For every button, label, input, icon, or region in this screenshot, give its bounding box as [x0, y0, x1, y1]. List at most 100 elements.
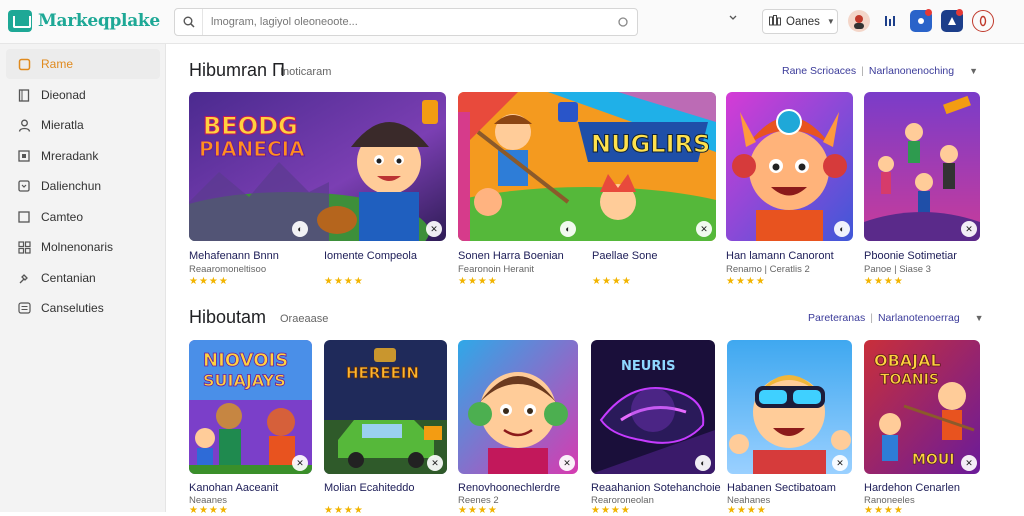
game-card[interactable]: ✕ Renovhoonechlerdre Reenes 2 ★★★★ [458, 340, 578, 516]
game-thumbnail[interactable]: NEURIS [591, 340, 715, 474]
game-thumbnail[interactable]: HEREEIN [324, 340, 447, 474]
list-icon [17, 301, 31, 315]
sidebar-item-canseluties[interactable]: Canseluties [6, 293, 160, 323]
settings-icon[interactable] [941, 9, 963, 32]
game-card[interactable]: HEREEIN ✕ Molian Ecahiteddo ★★★★ [324, 340, 447, 516]
game-card[interactable]: BEODG PIANECIA ◐ ✕ Mehafenann Bnnn Reaar… [189, 92, 446, 292]
svg-text:SUIAJAYS: SUIAJAYS [203, 371, 286, 390]
svg-text:NEURIS: NEURIS [621, 359, 676, 374]
sidebar-item-molnenonaris[interactable]: Molnenonaris [6, 232, 160, 262]
game-thumbnail[interactable] [727, 340, 852, 474]
notification-icon[interactable] [910, 9, 932, 32]
game-thumbnail[interactable]: BEODG PIANECIA [189, 92, 446, 241]
rating-stars: ★★★★ [591, 505, 631, 516]
game-card[interactable]: ✕ Pboonie Sotimetiar Panoe | Siase 3 ★★★… [864, 92, 980, 292]
game-card[interactable]: NEURIS ◐ Reaahanion Sotehanchoie Rearoro… [591, 340, 721, 516]
section-link[interactable]: Rane Scrioaces [782, 65, 856, 77]
svg-text:OBAJAL: OBAJAL [874, 351, 941, 370]
dropdown-arrow-icon[interactable] [720, 14, 746, 30]
app-name: Markeqplake [38, 11, 160, 31]
rating-stars: ★★★★ [864, 276, 904, 287]
game-meta: Panoe | Siase 3 [864, 264, 931, 275]
section-title: Hibumran П [189, 60, 285, 80]
rating-stars: ★★★★ [324, 276, 364, 287]
game-thumbnail[interactable] [726, 92, 853, 241]
sidebar-item-camteo[interactable]: Camteo [6, 202, 160, 232]
section-links: Rane Scrioaces | Narlanonenoching ▼ [782, 65, 978, 77]
link-separator: | [861, 65, 864, 77]
search-input[interactable]: lmogram, lagiyol oleoneoote... [203, 16, 609, 28]
search-icon[interactable] [175, 9, 203, 35]
game-meta: Fearonoin Heranit [458, 264, 535, 275]
game-title[interactable]: Renovhoonechlerdre [458, 482, 560, 494]
svg-text:NIOVOIS: NIOVOIS [203, 350, 288, 371]
game-thumbnail[interactable] [458, 340, 578, 474]
svg-text:MOUI: MOUI [912, 452, 954, 468]
game-card[interactable]: NUGLIRS ◐ ✕ Sonen Harra Boenian Fearonoi… [458, 92, 716, 292]
game-thumbnail[interactable]: NUGLIRS [458, 92, 716, 241]
sidebar: Rame Dieonad Mieratla Mreradank Daliench… [0, 44, 166, 512]
sidebar-item-label: Camteo [41, 210, 84, 224]
platform-badge-icon: ✕ [961, 455, 977, 471]
rating-stars: ★★★★ [458, 276, 498, 287]
sidebar-item-label: Rame [41, 57, 74, 71]
sidebar-item-label: Dalienchun [41, 179, 102, 193]
game-meta: Renamo | Ceratlis 2 [726, 264, 810, 275]
platform-badge-icon: ◐ [695, 455, 711, 471]
game-title[interactable]: Sonen Harra Boenian [458, 250, 564, 262]
section-link[interactable]: Pareteranas [808, 312, 865, 324]
sidebar-item-dalienchun[interactable]: Dalienchun [6, 171, 160, 201]
game-title[interactable]: Han lamann Canoront [726, 250, 834, 262]
section-link[interactable]: Narlanotenoerrag [878, 312, 960, 324]
games-dropdown[interactable]: Oanes ▼ [762, 9, 838, 34]
section-subtitle: Inoticaram [280, 66, 332, 78]
header-icons [848, 9, 994, 32]
game-card[interactable]: OBAJAL TOANIS MOUI ✕ Hardehon Cenarlen R… [864, 340, 980, 516]
profile-icon[interactable] [972, 10, 994, 32]
avatar-icon[interactable] [848, 10, 870, 32]
search-bar[interactable]: lmogram, lagiyol oleoneoote... [174, 8, 638, 36]
game-title[interactable]: Paellae Sone [592, 250, 657, 262]
app-logo[interactable]: Markeqplake [8, 10, 160, 32]
games-label: Oanes [786, 15, 820, 28]
grid-icon [17, 240, 31, 254]
rating-stars: ★★★★ [458, 505, 498, 516]
game-title[interactable]: Habanen Sectibatoam [727, 482, 836, 494]
game-title[interactable]: Kanohan Aaceanit [189, 482, 278, 494]
game-title[interactable]: Pboonie Sotimetiar [864, 250, 957, 262]
game-thumbnail[interactable] [864, 92, 980, 241]
sidebar-item-home[interactable]: Rame [6, 49, 160, 79]
svg-text:PIANECIA: PIANECIA [199, 137, 305, 161]
sidebar-item-label: Canseluties [41, 301, 104, 315]
game-card[interactable]: ◐ Han lamann Canoront Renamo | Ceratlis … [726, 92, 853, 292]
svg-text:TOANIS: TOANIS [880, 372, 939, 388]
platform-badge-icon: ◐ [560, 221, 576, 237]
game-title[interactable]: Molian Ecahiteddo [324, 482, 415, 494]
games-icon [769, 14, 781, 29]
sidebar-item-mieratla[interactable]: Mieratla [6, 110, 160, 140]
sidebar-item-label: Molnenonaris [41, 240, 114, 254]
game-thumbnail[interactable]: OBAJAL TOANIS MOUI [864, 340, 980, 474]
game-meta: Reaaromoneltisoo [189, 264, 267, 275]
chevron-down-icon[interactable]: ▼ [969, 66, 978, 76]
sidebar-item-dieonad[interactable]: Dieonad [6, 80, 160, 110]
game-card[interactable]: ✕ Habanen Sectibatoam Neahanes ★★★★ [727, 340, 852, 516]
game-title[interactable]: Mehafenann Bnnn [189, 250, 279, 262]
game-controller-icon[interactable] [879, 10, 901, 32]
game-card[interactable]: NIOVOIS SUIAJAYS ✕ Kanohan Aaceanit Neaa… [189, 340, 312, 516]
sidebar-item-label: Mieratla [41, 118, 84, 132]
sidebar-item-centanian[interactable]: Centanian [6, 263, 160, 293]
sidebar-item-mreradank[interactable]: Mreradank [6, 141, 160, 171]
game-thumbnail[interactable]: NIOVOIS SUIAJAYS [189, 340, 312, 474]
game-title[interactable]: Hardehon Cenarlen [864, 482, 960, 494]
game-title[interactable]: Iomente Compeola [324, 250, 417, 262]
refresh-icon[interactable] [609, 9, 637, 35]
platform-badge-icon: ✕ [559, 455, 575, 471]
section-link[interactable]: Narlanonenoching [869, 65, 954, 77]
chevron-down-icon[interactable]: ▼ [975, 313, 984, 323]
top-bar: Markeqplake lmogram, lagiyol oleoneoote.… [0, 0, 1024, 44]
game-title[interactable]: Reaahanion Sotehanchoie [591, 482, 721, 494]
svg-text:NUGLIRS: NUGLIRS [591, 130, 710, 158]
rating-stars: ★★★★ [592, 276, 632, 287]
platform-badge-icon: ✕ [832, 455, 848, 471]
